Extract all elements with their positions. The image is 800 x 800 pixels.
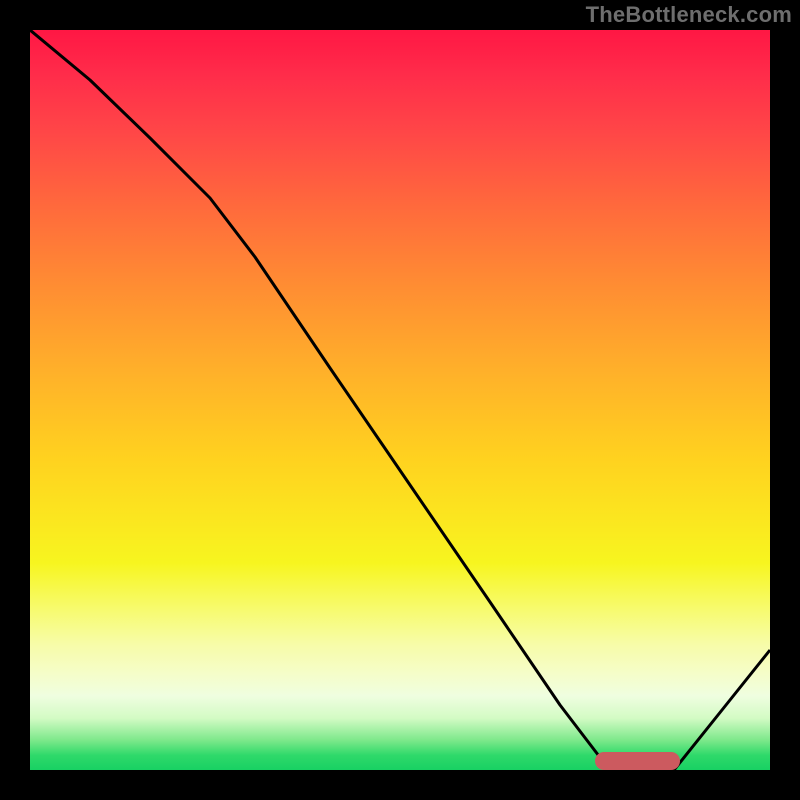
- chart-frame: TheBottleneck.com: [0, 0, 800, 800]
- optimum-marker: [595, 752, 680, 770]
- watermark-text: TheBottleneck.com: [586, 2, 792, 28]
- curve-layer: [30, 30, 770, 770]
- bottleneck-curve: [30, 30, 770, 770]
- plot-area: [30, 30, 770, 770]
